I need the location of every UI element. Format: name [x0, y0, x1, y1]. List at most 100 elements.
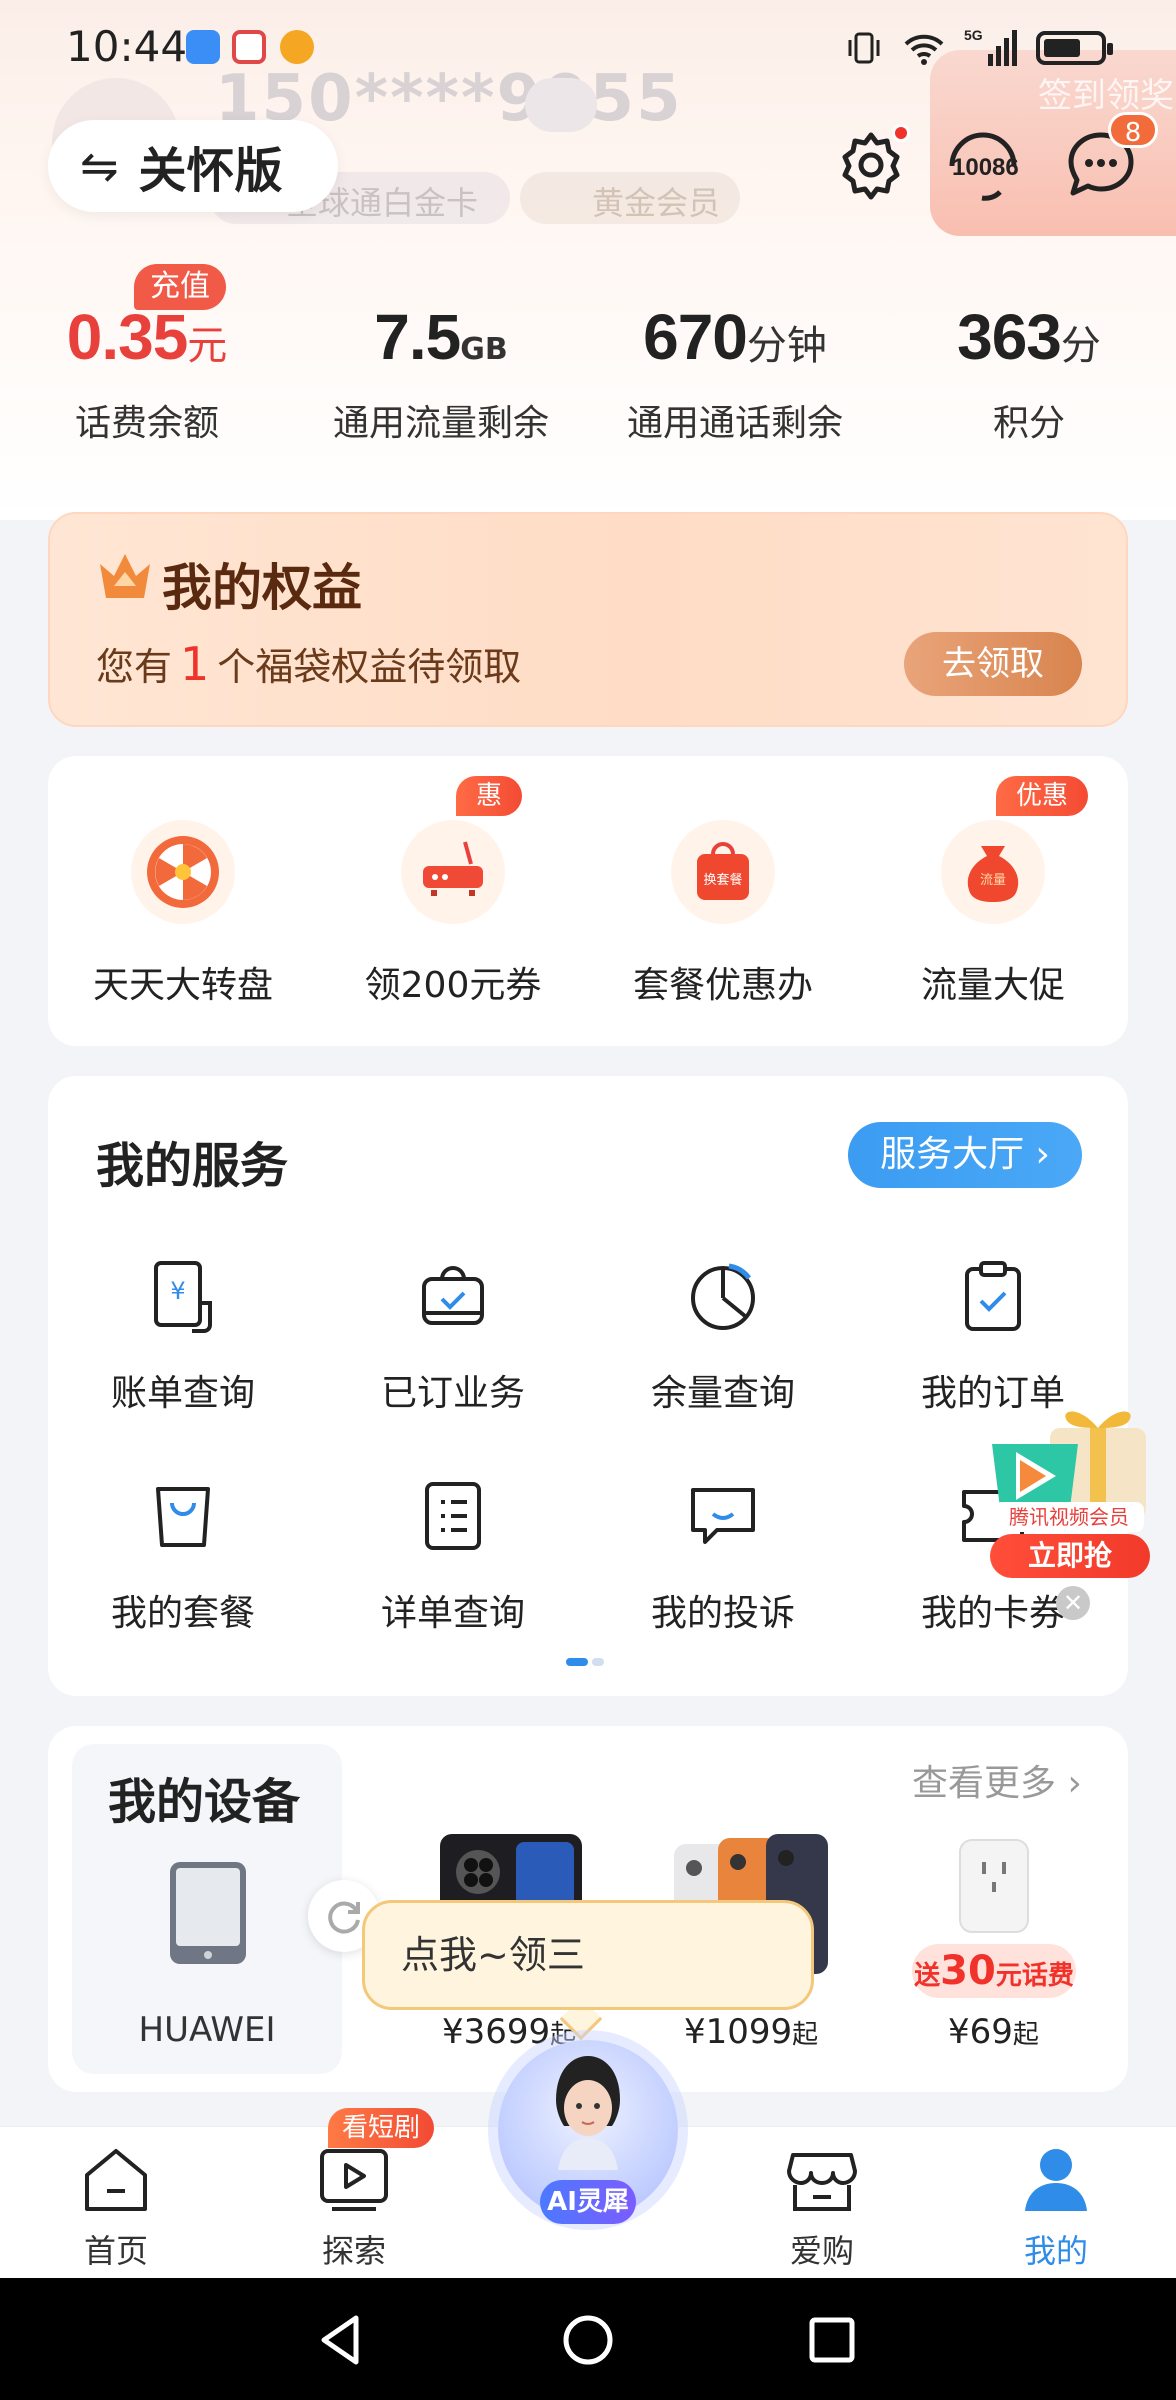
service-complaint-label: 我的投诉 — [650, 1593, 795, 1634]
pager-dot — [592, 1658, 604, 1666]
list-doc-icon — [413, 1476, 493, 1556]
ai-avatar-icon — [538, 2050, 638, 2170]
battery-icon — [1036, 31, 1113, 65]
benefits-title: 我的权益 — [162, 559, 362, 617]
tablet-icon — [168, 1860, 248, 1970]
balance-pie-icon — [683, 1256, 763, 1336]
notes-app-icon — [232, 30, 266, 64]
my-device-name: HUAWEI — [138, 2010, 276, 2050]
order-clipboard-icon — [953, 1256, 1033, 1336]
service-balance-query[interactable]: 余量查询 — [588, 1256, 858, 1416]
promo-item-coupon-label: 领200元券 — [364, 965, 542, 1006]
promo-tag-youhui: 优惠 — [996, 776, 1089, 816]
stat-voice[interactable]: 670分钟 通用通话剩余 — [588, 300, 882, 446]
nav-shop[interactable]: 爱购 — [722, 2140, 922, 2272]
product-price-3-suffix: 起 — [1012, 2020, 1039, 2050]
care-mode-button[interactable]: ⇋ 关怀版 — [48, 120, 338, 212]
stat-balance-value: 0.35 — [66, 301, 189, 373]
vibrate-icon — [848, 32, 880, 64]
complaint-chat-icon — [683, 1476, 763, 1556]
devices-title: 我的设备 — [108, 1774, 301, 1830]
promo-item-wheel[interactable]: 天天大转盘 — [48, 820, 318, 1008]
recents-icon[interactable] — [802, 2310, 862, 2370]
service-balance-query-label: 余量查询 — [650, 1373, 795, 1414]
play-video-icon — [314, 2140, 394, 2220]
benefits-description: 您有 1 个福袋权益待领取 — [96, 636, 521, 691]
status-time: 10:44 — [66, 22, 188, 71]
product-price-2: ¥1099起 — [684, 2012, 818, 2052]
stat-data-unit: GB — [460, 332, 508, 367]
service-bill-query[interactable]: ¥ 账单查询 — [48, 1256, 318, 1416]
nav-home[interactable]: 首页 — [16, 2140, 216, 2272]
product-price-3-value: ¥69 — [948, 2012, 1013, 2052]
benefits-count: 1 — [180, 637, 210, 691]
stat-voice-label: 通用通话剩余 — [626, 403, 843, 444]
service-bill-query-label: 账单查询 — [110, 1373, 255, 1414]
bill-icon: ¥ — [143, 1256, 223, 1336]
product-price-1-value: ¥3699 — [442, 2012, 551, 2052]
stat-data[interactable]: 7.5GB 通用流量剩余 — [294, 300, 588, 446]
services-title: 我的服务 — [96, 1138, 289, 1194]
services-pager — [566, 1658, 604, 1666]
service-my-plan[interactable]: 我的套餐 — [48, 1476, 318, 1636]
promo-item-plan[interactable]: 换套餐 套餐优惠办 — [588, 820, 858, 1008]
hotline-button[interactable]: 10086 — [938, 120, 1028, 210]
router-icon — [401, 820, 505, 924]
weibo-app-icon — [280, 30, 314, 64]
bag-icon — [143, 1476, 223, 1556]
wifi-icon — [904, 34, 944, 65]
short-drama-tag: 看短剧 — [328, 2108, 435, 2148]
service-subscribed[interactable]: 已订业务 — [318, 1256, 588, 1416]
service-my-plan-label: 我的套餐 — [110, 1593, 255, 1634]
product-price-3: ¥69起 — [948, 2012, 1039, 2052]
gift-credit-prefix: 送 — [914, 1961, 941, 1991]
chat-app-icon — [186, 30, 220, 64]
promo-item-plan-label: 套餐优惠办 — [632, 965, 813, 1006]
product-price-2-value: ¥1099 — [684, 2012, 793, 2052]
back-icon[interactable] — [312, 2310, 372, 2370]
view-more-link[interactable]: 查看更多 › — [912, 1754, 1082, 1806]
home-circle-icon[interactable] — [558, 2310, 618, 2370]
system-nav-bar — [0, 2278, 1176, 2400]
benefits-desc-suffix: 个福袋权益待领取 — [217, 645, 522, 689]
promo-tag-hui: 惠 — [456, 776, 523, 816]
lucky-wheel-icon — [131, 820, 235, 924]
home-icon — [76, 2140, 156, 2220]
stat-voice-value: 670 — [643, 301, 748, 373]
stat-balance[interactable]: 0.35元 话费余额 — [0, 300, 294, 446]
nav-mine[interactable]: 我的 — [956, 2140, 1156, 2272]
claim-benefits-button[interactable]: 去领取 — [904, 632, 1082, 696]
product-price-2-suffix: 起 — [792, 2020, 819, 2050]
gift-credit-tag: 送30元话费 — [912, 1944, 1076, 1998]
promo-item-wheel-label: 天天大转盘 — [92, 965, 273, 1006]
service-hall-button[interactable]: 服务大厅 › — [848, 1122, 1082, 1188]
ai-prompt-bubble[interactable]: 点我~领三 — [362, 1900, 814, 2010]
stat-points[interactable]: 363分 积分 — [882, 300, 1176, 446]
messages-button[interactable]: 8 — [1056, 112, 1158, 210]
nav-mine-label: 我的 — [1023, 2232, 1088, 2270]
gift-credit-suffix: 元话费 — [995, 1961, 1074, 1991]
person-icon — [1016, 2140, 1096, 2220]
tencent-video-promo[interactable]: 腾讯视频会员 立即抢 — [980, 1388, 1160, 1578]
data-pouch-icon: 流量 — [941, 820, 1045, 924]
tencent-video-cta[interactable]: 立即抢 — [990, 1534, 1150, 1578]
benefits-desc-prefix: 您有 — [96, 645, 173, 689]
signal-5g-icon: 5G — [964, 27, 1017, 66]
service-subscribed-label: 已订业务 — [380, 1373, 525, 1414]
settings-button[interactable] — [826, 120, 916, 210]
promo-item-coupon[interactable]: 领200元券 — [318, 820, 588, 1008]
plug-product-image[interactable] — [956, 1836, 1032, 1940]
promo-item-data-label: 流量大促 — [920, 965, 1065, 1006]
stat-voice-unit: 分钟 — [746, 323, 827, 369]
stat-points-label: 积分 — [992, 403, 1065, 444]
nav-explore[interactable]: 探索 — [254, 2140, 454, 2272]
swap-arrows-icon: ⇋ — [80, 139, 119, 193]
service-complaint[interactable]: 我的投诉 — [588, 1476, 858, 1636]
gift-credit-amount: 30 — [940, 1948, 996, 1994]
stat-points-unit: 分 — [1060, 323, 1101, 369]
data-pouch-icon-text: 流量 — [980, 873, 1006, 888]
promo-item-data[interactable]: 流量 流量大促 — [858, 820, 1128, 1008]
service-detail-query[interactable]: 详单查询 — [318, 1476, 588, 1636]
close-icon[interactable]: ✕ — [1056, 1586, 1090, 1620]
pager-dot-active — [566, 1658, 588, 1666]
